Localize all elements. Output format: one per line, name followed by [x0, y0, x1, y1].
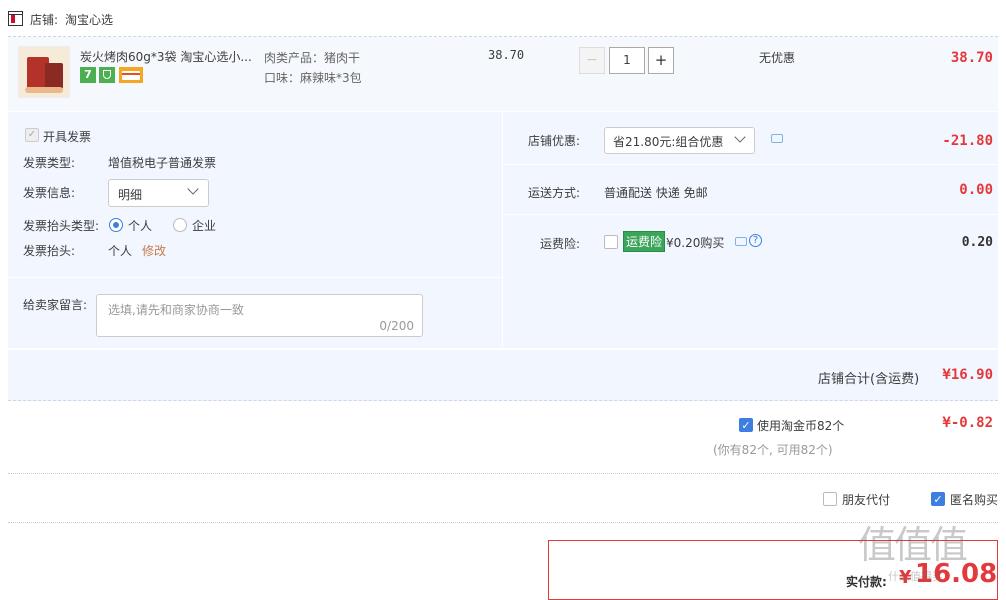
increase-button[interactable]: +: [648, 47, 674, 74]
shop-icon: [8, 11, 23, 26]
invoice-info-value: 明细: [118, 188, 143, 202]
invoice-title-type-label: 发票抬头类型:: [23, 219, 100, 233]
shop-total-amount: ¥16.90: [942, 367, 993, 383]
freight-insurance-label: 运费险:: [540, 237, 581, 251]
invoice-info-select[interactable]: 明细: [108, 179, 209, 207]
quantity-stepper: − 1 +: [579, 47, 675, 74]
message-counter: 0/200: [379, 319, 414, 333]
quantity-input[interactable]: 1: [609, 47, 645, 74]
freight-insurance-row: 运费险: 运费险 ¥0.20购买 ? 0.20: [503, 215, 998, 271]
final-payment-box: 实付款: ¥ 16.08: [548, 540, 998, 600]
final-currency: ¥: [899, 567, 912, 588]
anonymous-label[interactable]: 匿名购买: [950, 491, 998, 508]
title-type-company-label[interactable]: 企业: [192, 217, 216, 234]
sku-flavor: 口味：麻辣味*3包: [264, 71, 362, 85]
invoice-info-label: 发票信息:: [23, 186, 76, 200]
comment-icon[interactable]: [735, 237, 747, 246]
title-type-personal-radio[interactable]: [109, 218, 123, 232]
issue-invoice-label: 开具发票: [43, 130, 92, 144]
order-options-panel: ✓ 开具发票 发票类型: 增值税电子普通发票 发票信息: 明细 发票抬头类型: …: [8, 112, 998, 348]
seven-day-return-icon: 7: [80, 67, 96, 83]
final-label: 实付款:: [846, 575, 887, 589]
message-label: 给卖家留言:: [23, 298, 88, 312]
unit-price: 38.70: [488, 48, 525, 62]
use-coins-label[interactable]: 使用淘金币82个: [757, 417, 844, 434]
product-subtotal: 38.70: [950, 50, 993, 66]
invoice-type-value: 增值税电子普通发票: [108, 156, 217, 170]
shop-total-row: 店铺合计(含运费) ¥16.90: [8, 349, 998, 401]
product-row: 炭火烤肉60g*3袋 淘宝心选小... 7 肉类产品：猪肉干 口味：麻辣味*3包…: [8, 37, 998, 111]
guarantee-icon: [99, 67, 115, 83]
invoice-modify-link[interactable]: 修改: [142, 242, 166, 259]
shop-discount-row: 店铺优惠: 省21.80元:组合优惠 -21.80: [503, 112, 998, 165]
delivery-amount: 0.00: [959, 182, 993, 198]
shop-name[interactable]: 淘宝心选: [65, 11, 113, 28]
promo-text: 无优惠: [759, 51, 796, 65]
freight-insurance-checkbox[interactable]: [604, 235, 618, 249]
shop-discount-label: 店铺优惠:: [528, 134, 581, 148]
anonymous-checkbox[interactable]: ✓: [931, 492, 945, 506]
help-icon[interactable]: ?: [749, 234, 762, 247]
delivery-row: 运送方式: 普通配送 快递 免邮 0.00: [503, 165, 998, 215]
delivery-label: 运送方式:: [528, 186, 581, 200]
shop-discount-select[interactable]: 省21.80元:组合优惠: [604, 127, 755, 154]
friend-pay-checkbox[interactable]: [823, 492, 837, 506]
sku-meat-type: 肉类产品：猪肉干: [264, 51, 361, 65]
card-payment-icon: [119, 67, 143, 83]
decrease-button[interactable]: −: [579, 47, 605, 74]
message-section: 给卖家留言: 选填,请先和商家协商一致 0/200: [8, 277, 502, 349]
title-type-personal-label[interactable]: 个人: [128, 217, 152, 234]
delivery-value: 普通配送 快递 免邮: [604, 186, 708, 200]
invoice-title-label: 发票抬头:: [23, 244, 76, 258]
shop-discount-value: 省21.80元:组合优惠: [613, 135, 724, 149]
invoice-type-label: 发票类型:: [23, 156, 76, 170]
freight-insurance-tag: 运费险: [623, 231, 666, 252]
coins-amount: ¥-0.82: [942, 415, 993, 431]
shop-discount-amount: -21.80: [942, 133, 993, 149]
title-type-company-radio[interactable]: [173, 218, 187, 232]
message-placeholder: 选填,请先和商家协商一致: [108, 303, 244, 317]
invoice-section: ✓ 开具发票 发票类型: 增值税电子普通发票 发票信息: 明细 发票抬头类型: …: [8, 112, 502, 276]
product-title[interactable]: 炭火烤肉60g*3袋 淘宝心选小...: [80, 48, 260, 65]
message-textarea[interactable]: 选填,请先和商家协商一致 0/200: [96, 294, 423, 337]
invoice-title-value: 个人: [108, 244, 133, 258]
chevron-down-icon: [187, 183, 199, 195]
friend-pay-label[interactable]: 朋友代付: [842, 491, 890, 508]
product-thumbnail[interactable]: [18, 46, 70, 98]
freight-insurance-price: ¥0.20购买: [666, 236, 725, 250]
chevron-down-icon: [734, 131, 746, 143]
comment-icon[interactable]: [771, 134, 783, 143]
shop-label: 店铺:: [30, 13, 59, 27]
coins-note: (你有82个, 可用82个): [713, 443, 833, 457]
freight-insurance-amount: 0.20: [961, 235, 993, 250]
final-amount: 16.08: [915, 559, 998, 589]
issue-invoice-checkbox[interactable]: ✓: [25, 128, 39, 142]
shop-total-label: 店铺合计(含运费): [818, 372, 920, 387]
use-coins-checkbox[interactable]: ✓: [739, 418, 753, 432]
